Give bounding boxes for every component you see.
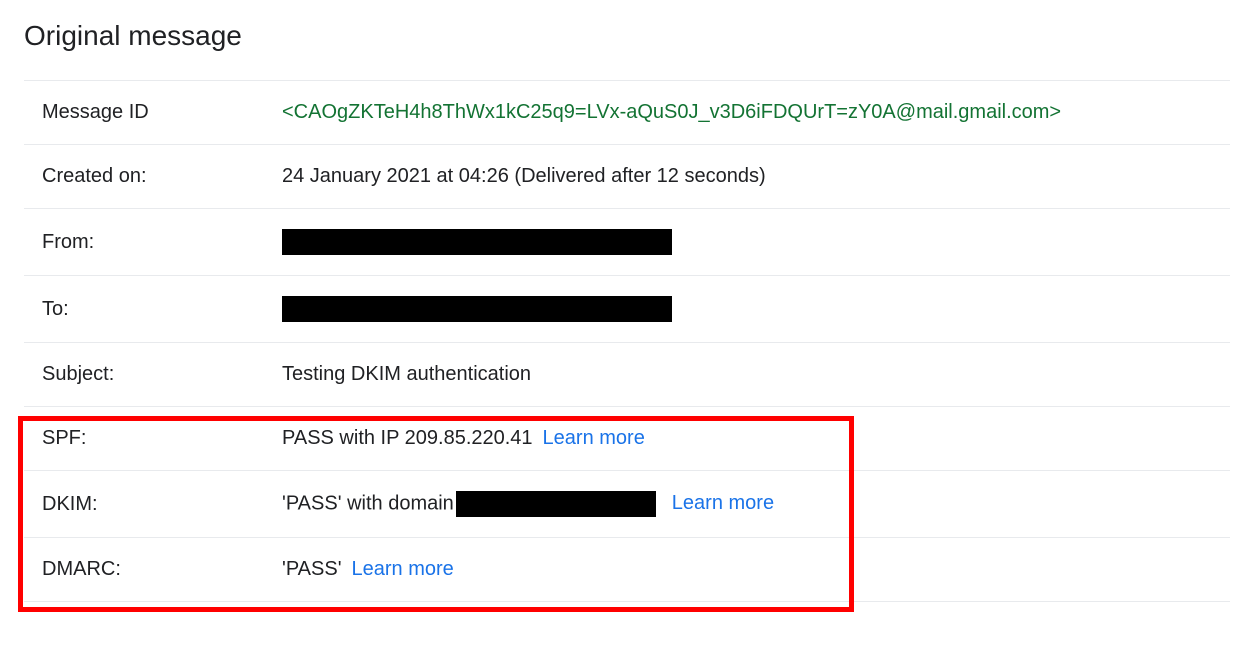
value-created-on: 24 January 2021 at 04:26 (Delivered afte… <box>264 145 1230 209</box>
label-created-on: Created on: <box>24 145 264 209</box>
value-dmarc: 'PASS' <box>282 558 342 580</box>
row-message-id: Message ID <CAOgZKTeH4h8ThWx1kC25q9=LVx-… <box>24 81 1230 145</box>
value-spf: PASS with IP 209.85.220.41 <box>282 427 533 449</box>
learn-more-dmarc[interactable]: Learn more <box>352 558 454 580</box>
label-dmarc: DMARC: <box>24 538 264 602</box>
row-subject: Subject: Testing DKIM authentication <box>24 343 1230 407</box>
row-to: To: <box>24 276 1230 343</box>
learn-more-dkim[interactable]: Learn more <box>672 492 774 514</box>
redacted-dkim-domain <box>456 491 656 517</box>
redacted-to <box>282 296 672 322</box>
label-to: To: <box>24 276 264 343</box>
value-dkim-prefix: 'PASS' with domain <box>282 492 454 514</box>
value-message-id: <CAOgZKTeH4h8ThWx1kC25q9=LVx-aQuS0J_v3D6… <box>282 101 1061 123</box>
label-subject: Subject: <box>24 343 264 407</box>
row-dkim: DKIM: 'PASS' with domain Learn more <box>24 471 1230 538</box>
redacted-from <box>282 229 672 255</box>
row-from: From: <box>24 209 1230 276</box>
row-created-on: Created on: 24 January 2021 at 04:26 (De… <box>24 145 1230 209</box>
row-spf: SPF: PASS with IP 209.85.220.41 Learn mor… <box>24 407 1230 471</box>
learn-more-spf[interactable]: Learn more <box>543 427 645 449</box>
row-dmarc: DMARC: 'PASS' Learn more <box>24 538 1230 602</box>
message-details-table: Message ID <CAOgZKTeH4h8ThWx1kC25q9=LVx-… <box>24 80 1230 602</box>
value-subject: Testing DKIM authentication <box>264 343 1230 407</box>
label-message-id: Message ID <box>24 81 264 145</box>
label-dkim: DKIM: <box>24 471 264 538</box>
label-from: From: <box>24 209 264 276</box>
label-spf: SPF: <box>24 407 264 471</box>
page-title: Original message <box>24 20 1230 52</box>
